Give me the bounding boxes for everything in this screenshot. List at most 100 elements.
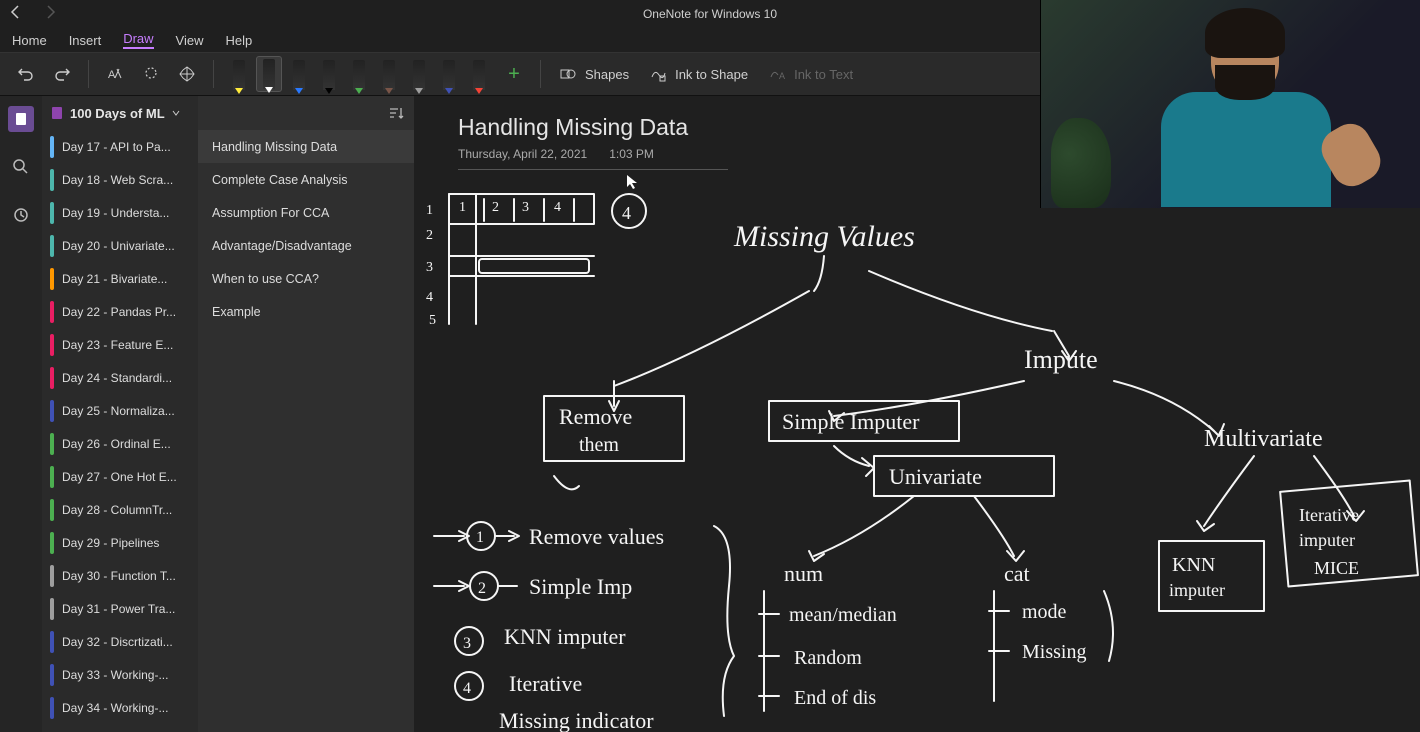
section-label: Day 31 - Power Tra... bbox=[62, 602, 175, 616]
section-label: Day 20 - Univariate... bbox=[62, 239, 175, 253]
page-item[interactable]: Assumption For CCA bbox=[198, 196, 414, 229]
section-label: Day 18 - Web Scra... bbox=[62, 173, 173, 187]
section-item[interactable]: Day 20 - Univariate... bbox=[42, 229, 198, 262]
page-item[interactable]: Complete Case Analysis bbox=[198, 163, 414, 196]
svg-text:KNN: KNN bbox=[1172, 554, 1215, 576]
svg-text:Missing Values: Missing Values bbox=[733, 220, 915, 253]
section-label: Day 25 - Normaliza... bbox=[62, 404, 175, 418]
pen-3[interactable] bbox=[316, 56, 342, 92]
section-item[interactable]: Day 30 - Function T... bbox=[42, 559, 198, 592]
section-item[interactable]: Day 21 - Bivariate... bbox=[42, 262, 198, 295]
section-item[interactable]: Day 31 - Power Tra... bbox=[42, 592, 198, 625]
pages-pane: Handling Missing DataComplete Case Analy… bbox=[198, 96, 414, 732]
section-label: Day 29 - Pipelines bbox=[62, 536, 159, 550]
svg-text:cat: cat bbox=[1004, 561, 1030, 586]
section-item[interactable]: Day 18 - Web Scra... bbox=[42, 163, 198, 196]
svg-text:KNN imputer: KNN imputer bbox=[504, 624, 626, 649]
svg-text:A: A bbox=[779, 71, 785, 81]
svg-text:3: 3 bbox=[463, 635, 471, 652]
pen-4[interactable] bbox=[346, 56, 372, 92]
pan-tool-icon[interactable] bbox=[173, 60, 201, 88]
svg-text:1: 1 bbox=[459, 200, 466, 215]
pen-6[interactable] bbox=[406, 56, 432, 92]
search-icon[interactable] bbox=[8, 154, 34, 180]
svg-text:Iterative: Iterative bbox=[1299, 505, 1359, 525]
pen-1[interactable] bbox=[256, 56, 282, 92]
section-label: Day 21 - Bivariate... bbox=[62, 272, 167, 286]
text-tool-icon[interactable]: A bbox=[101, 60, 129, 88]
section-label: Day 17 - API to Pa... bbox=[62, 140, 171, 154]
page-item[interactable]: When to use CCA? bbox=[198, 262, 414, 295]
svg-text:Remove: Remove bbox=[559, 404, 632, 429]
lasso-tool-icon[interactable] bbox=[137, 60, 165, 88]
notebook-header[interactable]: 100 Days of ML bbox=[42, 96, 198, 130]
add-pen-icon[interactable]: + bbox=[500, 60, 528, 88]
svg-text:Missing indicator: Missing indicator bbox=[499, 708, 654, 732]
ink-to-text-label: Ink to Text bbox=[794, 67, 853, 82]
redo-icon[interactable] bbox=[48, 60, 76, 88]
chevron-down-icon bbox=[171, 108, 181, 118]
app-title: OneNote for Windows 10 bbox=[643, 7, 777, 21]
svg-text:1: 1 bbox=[476, 529, 484, 546]
undo-icon[interactable] bbox=[12, 60, 40, 88]
section-item[interactable]: Day 25 - Normaliza... bbox=[42, 394, 198, 427]
notebooks-icon[interactable] bbox=[8, 106, 34, 132]
svg-text:4: 4 bbox=[463, 680, 471, 697]
section-item[interactable]: Day 29 - Pipelines bbox=[42, 526, 198, 559]
svg-text:Impute: Impute bbox=[1024, 345, 1098, 374]
svg-text:Random: Random bbox=[794, 647, 862, 669]
section-item[interactable]: Day 28 - ColumnTr... bbox=[42, 493, 198, 526]
recent-icon[interactable] bbox=[8, 202, 34, 228]
svg-text:Missing: Missing bbox=[1022, 641, 1086, 663]
section-item[interactable]: Day 26 - Ordinal E... bbox=[42, 427, 198, 460]
section-label: Day 28 - ColumnTr... bbox=[62, 503, 172, 517]
ink-to-text-button: A Ink to Text bbox=[762, 65, 859, 83]
menu-view[interactable]: View bbox=[176, 33, 204, 48]
svg-text:Simple Imputer: Simple Imputer bbox=[782, 409, 920, 434]
section-label: Day 26 - Ordinal E... bbox=[62, 437, 171, 451]
back-arrow-icon[interactable] bbox=[8, 4, 24, 25]
notebook-name: 100 Days of ML bbox=[70, 106, 165, 121]
pen-2[interactable] bbox=[286, 56, 312, 92]
svg-text:2: 2 bbox=[492, 200, 499, 215]
pen-5[interactable] bbox=[376, 56, 402, 92]
svg-text:End of dis: End of dis bbox=[794, 687, 876, 709]
section-item[interactable]: Day 32 - Discrtizati... bbox=[42, 625, 198, 658]
pen-7[interactable] bbox=[436, 56, 462, 92]
notebook-icon bbox=[50, 106, 64, 120]
menu-home[interactable]: Home bbox=[12, 33, 47, 48]
section-item[interactable]: Day 19 - Understa... bbox=[42, 196, 198, 229]
page-item[interactable]: Advantage/Disadvantage bbox=[198, 229, 414, 262]
cursor-icon bbox=[626, 174, 638, 193]
ink-to-shape-label: Ink to Shape bbox=[675, 67, 748, 82]
ink-to-shape-button[interactable]: Ink to Shape bbox=[643, 65, 754, 83]
section-item[interactable]: Day 24 - Standardi... bbox=[42, 361, 198, 394]
sections-pane: 100 Days of ML Day 17 - API to Pa... Day … bbox=[42, 96, 198, 732]
page-item[interactable]: Handling Missing Data bbox=[198, 130, 414, 163]
svg-text:2: 2 bbox=[426, 228, 433, 243]
svg-text:num: num bbox=[784, 561, 823, 586]
svg-text:them: them bbox=[579, 434, 619, 456]
section-label: Day 19 - Understa... bbox=[62, 206, 169, 220]
section-item[interactable]: Day 33 - Working-... bbox=[42, 658, 198, 691]
section-item[interactable]: Day 27 - One Hot E... bbox=[42, 460, 198, 493]
svg-text:5: 5 bbox=[429, 313, 436, 328]
menu-insert[interactable]: Insert bbox=[69, 33, 102, 48]
menu-draw[interactable]: Draw bbox=[123, 31, 153, 49]
section-label: Day 22 - Pandas Pr... bbox=[62, 305, 176, 319]
section-label: Day 24 - Standardi... bbox=[62, 371, 172, 385]
page-time: 1:03 PM bbox=[609, 147, 654, 161]
pen-0[interactable] bbox=[226, 56, 252, 92]
svg-text:Univariate: Univariate bbox=[889, 464, 982, 489]
section-item[interactable]: Day 23 - Feature E... bbox=[42, 328, 198, 361]
menu-help[interactable]: Help bbox=[226, 33, 253, 48]
page-item[interactable]: Example bbox=[198, 295, 414, 328]
pen-8[interactable] bbox=[466, 56, 492, 92]
sort-icon[interactable] bbox=[388, 105, 404, 121]
shapes-button[interactable]: Shapes bbox=[553, 65, 635, 83]
section-item[interactable]: Day 22 - Pandas Pr... bbox=[42, 295, 198, 328]
svg-text:3: 3 bbox=[426, 260, 433, 275]
section-item[interactable]: Day 17 - API to Pa... bbox=[42, 130, 198, 163]
section-item[interactable]: Day 34 - Working-... bbox=[42, 691, 198, 724]
svg-text:4: 4 bbox=[426, 290, 433, 305]
